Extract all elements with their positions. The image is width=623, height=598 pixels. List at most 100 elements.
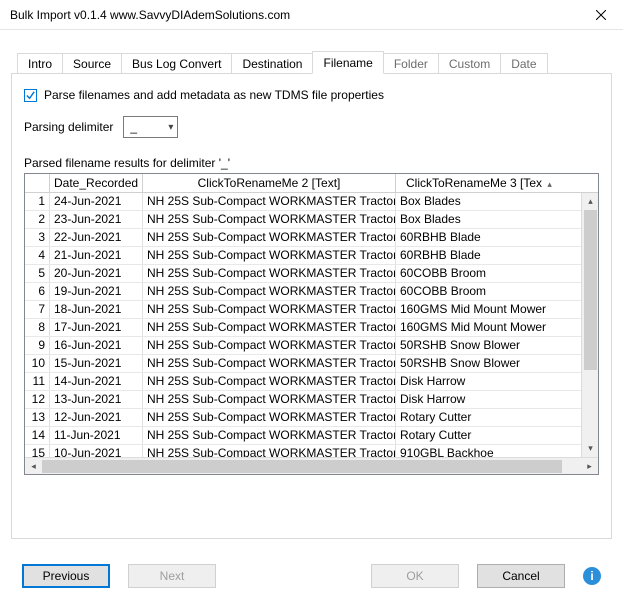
cell-date-recorded: 18-Jun-2021 [50,301,143,318]
cell-date-recorded: 10-Jun-2021 [50,445,143,457]
cell-col3: Box Blades [396,193,581,210]
cell-date-recorded: 23-Jun-2021 [50,211,143,228]
titlebar: Bulk Import v0.1.4 www.SavvyDIAdemSoluti… [0,0,623,30]
cell-date-recorded: 24-Jun-2021 [50,193,143,210]
tab-panel-filename: Parse filenames and add metadata as new … [11,73,612,539]
table-row[interactable]: 718-Jun-2021NH 25S Sub-Compact WORKMASTE… [25,301,581,319]
results-grid: Date_Recorded ClickToRenameMe 2 [Text] C… [24,173,599,475]
tab-label: Intro [28,57,52,71]
cell-col3: 160GMS Mid Mount Mower [396,301,581,318]
scroll-left-icon[interactable]: ◂ [25,458,42,475]
cell-col3: 160GMS Mid Mount Mower [396,319,581,336]
grid-header-col2[interactable]: ClickToRenameMe 2 [Text] [143,174,396,192]
cell-index: 4 [25,247,50,264]
ok-button-label: OK [406,569,423,583]
tab-label: Bus Log Convert [132,57,221,71]
table-row[interactable]: 817-Jun-2021NH 25S Sub-Compact WORKMASTE… [25,319,581,337]
cell-col3: Disk Harrow [396,391,581,408]
tab-filename[interactable]: Filename [312,51,383,74]
table-row[interactable]: 1015-Jun-2021NH 25S Sub-Compact WORKMAST… [25,355,581,373]
cell-index: 15 [25,445,50,457]
table-row[interactable]: 1510-Jun-2021NH 25S Sub-Compact WORKMAST… [25,445,581,457]
horizontal-scroll-track[interactable] [42,458,581,475]
tab-label: Destination [242,57,302,71]
table-row[interactable]: 124-Jun-2021NH 25S Sub-Compact WORKMASTE… [25,193,581,211]
tab-source[interactable]: Source [62,53,122,74]
cell-col2: NH 25S Sub-Compact WORKMASTER Tractor [143,409,396,426]
cell-col2: NH 25S Sub-Compact WORKMASTER Tractor [143,373,396,390]
grid-body: 124-Jun-2021NH 25S Sub-Compact WORKMASTE… [25,193,598,457]
cell-index: 10 [25,355,50,372]
cell-date-recorded: 15-Jun-2021 [50,355,143,372]
cell-col3: 60RBHB Blade [396,229,581,246]
vertical-scrollbar[interactable]: ▴ ▾ [581,193,598,457]
grid-header-col3[interactable]: ClickToRenameMe 3 [Tex ▴ [396,174,581,192]
cell-col3: Rotary Cutter [396,409,581,426]
tab-folder: Folder [383,53,439,74]
cancel-button[interactable]: Cancel [477,564,565,588]
table-row[interactable]: 520-Jun-2021NH 25S Sub-Compact WORKMASTE… [25,265,581,283]
delimiter-label: Parsing delimiter [24,120,113,134]
scroll-up-icon[interactable]: ▴ [582,193,598,210]
cell-date-recorded: 20-Jun-2021 [50,265,143,282]
cell-col2: NH 25S Sub-Compact WORKMASTER Tractor [143,445,396,457]
ok-button: OK [371,564,459,588]
cell-index: 3 [25,229,50,246]
sort-indicator-icon: ▴ [547,179,552,189]
table-row[interactable]: 1114-Jun-2021NH 25S Sub-Compact WORKMAST… [25,373,581,391]
window-title: Bulk Import v0.1.4 www.SavvyDIAdemSoluti… [10,8,578,22]
table-row[interactable]: 1213-Jun-2021NH 25S Sub-Compact WORKMAST… [25,391,581,409]
parse-filenames-option: Parse filenames and add metadata as new … [24,88,599,102]
table-row[interactable]: 322-Jun-2021NH 25S Sub-Compact WORKMASTE… [25,229,581,247]
scroll-down-icon[interactable]: ▾ [582,440,598,457]
horizontal-scrollbar[interactable]: ◂ ▸ [25,457,598,474]
next-button: Next [128,564,216,588]
table-row[interactable]: 916-Jun-2021NH 25S Sub-Compact WORKMASTE… [25,337,581,355]
table-row[interactable]: 1411-Jun-2021NH 25S Sub-Compact WORKMAST… [25,427,581,445]
tab-label: Source [73,57,111,71]
cancel-button-label: Cancel [502,569,539,583]
cell-date-recorded: 16-Jun-2021 [50,337,143,354]
table-row[interactable]: 619-Jun-2021NH 25S Sub-Compact WORKMASTE… [25,283,581,301]
grid-header-date[interactable]: Date_Recorded [50,174,143,192]
results-label: Parsed filename results for delimiter '_… [24,156,599,170]
cell-index: 13 [25,409,50,426]
window-close-button[interactable] [578,0,623,30]
grid-header-row: Date_Recorded ClickToRenameMe 2 [Text] C… [25,174,598,193]
delimiter-select[interactable]: _ ▾ [123,116,178,138]
cell-col3: 60COBB Broom [396,265,581,282]
table-row[interactable]: 421-Jun-2021NH 25S Sub-Compact WORKMASTE… [25,247,581,265]
parse-filenames-checkbox[interactable] [24,89,37,102]
cell-col2: NH 25S Sub-Compact WORKMASTER Tractor [143,247,396,264]
cell-index: 11 [25,373,50,390]
tab-intro[interactable]: Intro [17,53,63,74]
previous-button[interactable]: Previous [22,564,110,588]
grid-header-date-label: Date_Recorded [54,176,138,190]
vertical-scroll-thumb[interactable] [584,210,597,370]
scroll-right-icon[interactable]: ▸ [581,458,598,475]
tab-label: Custom [449,57,490,71]
horizontal-scroll-thumb[interactable] [42,460,562,473]
cell-col3: Box Blades [396,211,581,228]
cell-index: 9 [25,337,50,354]
table-row[interactable]: 1312-Jun-2021NH 25S Sub-Compact WORKMAST… [25,409,581,427]
cell-index: 5 [25,265,50,282]
grid-header-index[interactable] [25,174,50,192]
cell-col2: NH 25S Sub-Compact WORKMASTER Tractor [143,265,396,282]
cell-col3: Rotary Cutter [396,427,581,444]
help-button[interactable]: i [583,567,601,585]
cell-col2: NH 25S Sub-Compact WORKMASTER Tractor [143,301,396,318]
previous-button-label: Previous [43,569,90,583]
table-row[interactable]: 223-Jun-2021NH 25S Sub-Compact WORKMASTE… [25,211,581,229]
parse-filenames-label: Parse filenames and add metadata as new … [44,88,384,102]
cell-date-recorded: 22-Jun-2021 [50,229,143,246]
cell-date-recorded: 11-Jun-2021 [50,427,143,444]
cell-date-recorded: 19-Jun-2021 [50,283,143,300]
cell-col2: NH 25S Sub-Compact WORKMASTER Tractor [143,211,396,228]
cell-index: 14 [25,427,50,444]
tab-destination[interactable]: Destination [231,53,313,74]
cell-col2: NH 25S Sub-Compact WORKMASTER Tractor [143,427,396,444]
close-icon [596,10,606,20]
cell-date-recorded: 21-Jun-2021 [50,247,143,264]
tab-bus-log-convert[interactable]: Bus Log Convert [121,53,232,74]
